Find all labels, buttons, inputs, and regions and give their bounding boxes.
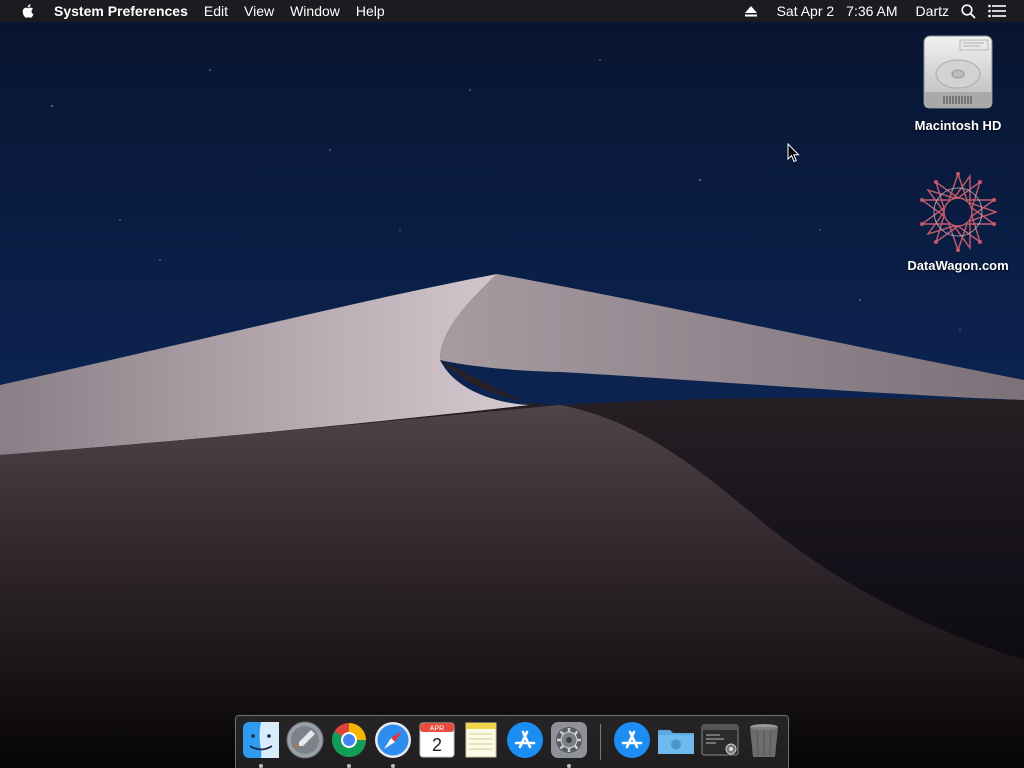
dock-separator — [600, 724, 601, 760]
dock: APR 2 — [235, 715, 789, 768]
help-menu[interactable]: Help — [348, 0, 393, 22]
app-menu[interactable]: System Preferences — [52, 0, 196, 22]
chrome-icon — [332, 723, 366, 757]
apple-menu-icon[interactable] — [16, 0, 38, 22]
spotlight-search-icon[interactable] — [955, 3, 982, 19]
notification-center-icon[interactable] — [982, 4, 1012, 18]
notes-icon — [465, 722, 497, 758]
calendar-day: 2 — [432, 735, 442, 755]
dock-item-downloads[interactable] — [656, 720, 696, 764]
running-indicator — [391, 764, 395, 768]
dock-item-system-preferences[interactable] — [549, 720, 589, 768]
app-store-icon — [507, 722, 543, 758]
safari-icon — [375, 722, 411, 758]
dock-item-finder[interactable] — [241, 720, 281, 768]
downloads-folder-icon — [658, 730, 694, 754]
clock-date[interactable]: Sat Apr 2 — [771, 0, 841, 22]
dock-item-notes[interactable] — [461, 720, 501, 764]
eject-icon[interactable] — [739, 5, 771, 17]
hard-drive-icon — [923, 35, 993, 109]
mouse-cursor-icon — [787, 143, 800, 163]
clock-time[interactable]: 7:36 AM — [840, 0, 909, 22]
desktop-icon-macintosh-hd[interactable]: Macintosh HD — [898, 30, 1018, 133]
dock-item-calendar[interactable]: APR 2 — [417, 720, 457, 764]
system-preferences-icon — [551, 722, 587, 758]
trash-icon — [750, 724, 778, 757]
view-menu[interactable]: View — [236, 0, 282, 22]
applications-folder-icon — [614, 722, 650, 758]
desktop-icon-label: DataWagon.com — [907, 258, 1009, 273]
window-menu[interactable]: Window — [282, 0, 348, 22]
dock-item-launchpad[interactable] — [285, 720, 325, 764]
calendar-icon: APR 2 — [419, 722, 455, 758]
calendar-month: APR — [430, 726, 444, 733]
dock-item-stack[interactable] — [700, 720, 740, 764]
menu-bar: System Preferences Edit View Window Help… — [0, 0, 1024, 22]
star-network-icon — [919, 171, 999, 253]
running-indicator — [567, 764, 571, 768]
dock-item-app-store[interactable] — [505, 720, 545, 764]
dock-item-trash[interactable] — [744, 720, 784, 764]
dock-item-chrome[interactable] — [329, 720, 369, 768]
terminal-stack-icon — [701, 724, 739, 756]
launchpad-icon — [286, 721, 324, 759]
desktop-icon-label: Macintosh HD — [914, 118, 1002, 133]
dock-item-safari[interactable] — [373, 720, 413, 768]
running-indicator — [347, 764, 351, 768]
desktop-icon-datawagon[interactable]: DataWagon.com — [898, 170, 1018, 273]
finder-icon — [243, 722, 279, 758]
desktop-wallpaper — [0, 0, 1024, 768]
running-indicator — [259, 764, 263, 768]
dock-item-applications[interactable] — [612, 720, 652, 764]
user-menu[interactable]: Dartz — [910, 0, 955, 22]
edit-menu[interactable]: Edit — [196, 0, 236, 22]
